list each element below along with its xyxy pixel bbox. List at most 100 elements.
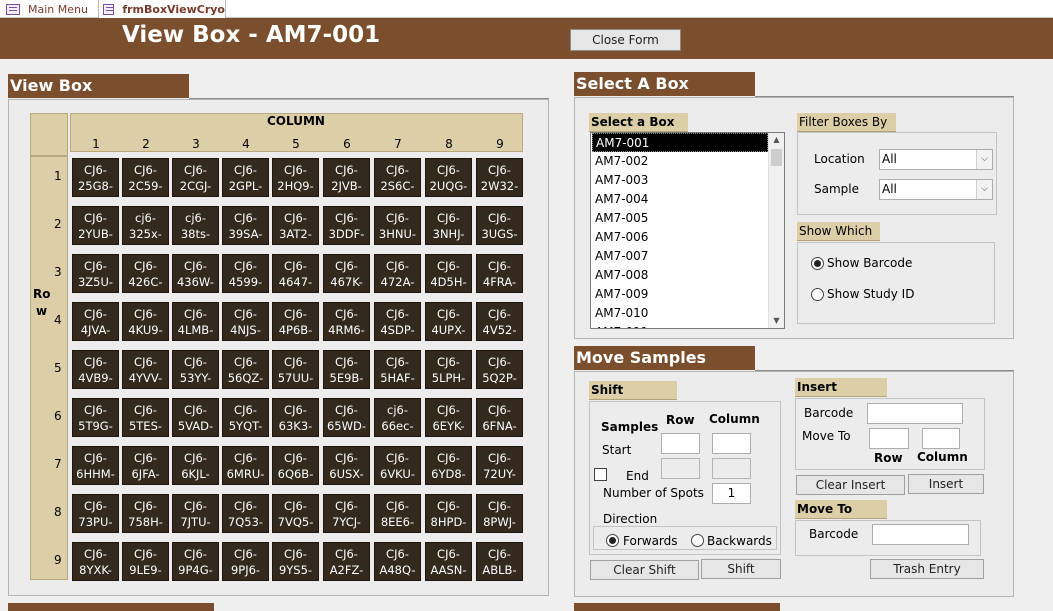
sample-cell[interactable]: CJ6- 4JVA- (72, 302, 119, 341)
sample-cell[interactable]: CJ6- 2HQ9- (272, 158, 319, 197)
sample-cell[interactable]: CJ6- 3AT2- (272, 206, 319, 245)
sample-cell[interactable]: CJ6- AASN- (425, 542, 472, 581)
sample-cell[interactable]: CJ6- 426C- (122, 254, 169, 293)
sample-cell[interactable]: CJ6- 63K3- (272, 398, 319, 437)
sample-cell[interactable]: CJ6- 25G8- (72, 158, 119, 197)
sample-cell[interactable]: CJ6- 3NHJ- (425, 206, 472, 245)
box-list-item[interactable]: AM7-002 (592, 152, 768, 171)
sample-cell[interactable]: CJ6- 3Z5U- (72, 254, 119, 293)
end-row-input[interactable] (661, 458, 700, 479)
forwards-radio[interactable] (606, 534, 619, 547)
chevron-down-icon[interactable]: ⌵ (976, 150, 992, 169)
sample-cell[interactable]: CJ6- 4599- (222, 254, 269, 293)
sample-cell[interactable]: CJ6- 5YQT- (222, 398, 269, 437)
sample-cell[interactable]: CJ6- 4RM6- (323, 302, 370, 341)
box-list-item[interactable]: AM7-008 (592, 266, 768, 285)
sample-cell[interactable]: CJ6- 6YD8- (425, 446, 472, 485)
chevron-down-icon[interactable]: ⌵ (976, 180, 992, 199)
sample-cell[interactable]: CJ6- 436W- (172, 254, 219, 293)
backwards-radio[interactable] (691, 534, 704, 547)
sample-cell[interactable]: CJ6- 472A- (374, 254, 421, 293)
sample-cell[interactable]: cj6- 66ec- (374, 398, 421, 437)
box-list-item[interactable]: AM7-003 (592, 171, 768, 190)
sample-cell[interactable]: CJ6- 7YCJ- (323, 494, 370, 533)
box-list-item[interactable]: AM7-010 (592, 304, 768, 323)
clear-shift-button[interactable]: Clear Shift (590, 560, 699, 580)
sample-cell[interactable]: CJ6- 2CGJ- (172, 158, 219, 197)
sample-cell[interactable]: CJ6- 73PU- (72, 494, 119, 533)
move-to-column-input[interactable] (922, 428, 960, 449)
close-form-button[interactable]: Close Form (570, 29, 681, 51)
scroll-thumb[interactable] (771, 149, 782, 166)
sample-cell[interactable]: CJ6- 4LMB- (172, 302, 219, 341)
sample-cell[interactable]: CJ6- 8HPD- (425, 494, 472, 533)
end-checkbox[interactable] (594, 468, 607, 481)
sample-cell[interactable]: CJ6- ABLB- (476, 542, 523, 581)
end-column-input[interactable] (712, 458, 751, 479)
box-listbox[interactable]: AM7-001 AM7-002 AM7-003 AM7-004 AM7-005 AM7-0… (590, 132, 785, 329)
sample-cell[interactable]: CJ6- 2W32- (476, 158, 523, 197)
box-list-item[interactable]: AM7-011 (592, 323, 768, 328)
sample-cell[interactable]: CJ6- 4647- (272, 254, 319, 293)
sample-cell[interactable]: CJ6- 5VAD- (172, 398, 219, 437)
sample-cell[interactable]: CJ6- 4SDP- (374, 302, 421, 341)
scroll-up-icon[interactable]: ▲ (769, 133, 784, 147)
sample-cell[interactable]: CJ6- A48Q- (374, 542, 421, 581)
sample-cell[interactable]: CJ6- 6USX- (323, 446, 370, 485)
show-study-id-radio[interactable] (811, 288, 824, 301)
sample-cell[interactable]: CJ6- 53YY- (172, 350, 219, 389)
sample-cell[interactable]: CJ6- 4D5H- (425, 254, 472, 293)
sample-cell[interactable]: cj6- 38ts- (172, 206, 219, 245)
sample-cell[interactable]: CJ6- 9LE9- (122, 542, 169, 581)
start-column-input[interactable] (712, 433, 751, 454)
scroll-down-icon[interactable]: ▼ (769, 314, 784, 328)
sample-cell[interactable]: CJ6- 3DDF- (323, 206, 370, 245)
start-row-input[interactable] (661, 433, 700, 454)
box-list-item[interactable]: AM7-007 (592, 247, 768, 266)
sample-cell[interactable]: CJ6- 5HAF- (374, 350, 421, 389)
sample-cell[interactable]: CJ6- 5E9B- (323, 350, 370, 389)
sample-cell[interactable]: CJ6- 6KJL- (172, 446, 219, 485)
sample-cell[interactable]: CJ6- 2UQG- (425, 158, 472, 197)
sample-cell[interactable]: CJ6- 65WD- (323, 398, 370, 437)
sample-cell[interactable]: CJ6- 6FNA- (476, 398, 523, 437)
sample-cell[interactable]: CJ6- 2C59- (122, 158, 169, 197)
box-list-item[interactable]: AM7-009 (592, 285, 768, 304)
insert-barcode-input[interactable] (867, 403, 963, 424)
sample-cell[interactable]: CJ6- 2GPL- (222, 158, 269, 197)
sample-cell[interactable]: CJ6- 4VB9- (72, 350, 119, 389)
sample-cell[interactable]: CJ6- 4V52- (476, 302, 523, 341)
sample-cell[interactable]: CJ6- 57UU- (272, 350, 319, 389)
sample-cell[interactable]: CJ6- 6VKU- (374, 446, 421, 485)
sample-cell[interactable]: CJ6- 56QZ- (222, 350, 269, 389)
sample-cell[interactable]: CJ6- 5T9G- (72, 398, 119, 437)
sample-cell[interactable]: CJ6- 8EE6- (374, 494, 421, 533)
sample-cell[interactable]: CJ6- 6EYK- (425, 398, 472, 437)
sample-cell[interactable]: CJ6- 5Q2P- (476, 350, 523, 389)
trash-barcode-input[interactable] (872, 524, 969, 545)
insert-button[interactable]: Insert (908, 474, 984, 494)
show-barcode-radio[interactable] (811, 257, 824, 270)
sample-cell[interactable]: CJ6- 3HNU- (374, 206, 421, 245)
sample-cell[interactable]: CJ6- 5TES- (122, 398, 169, 437)
sample-cell[interactable]: CJ6- 4P6B- (272, 302, 319, 341)
sample-cell[interactable]: CJ6- 6JFA- (122, 446, 169, 485)
sample-cell[interactable]: CJ6- 4UPX- (425, 302, 472, 341)
sample-cell[interactable]: CJ6- 9P4G- (172, 542, 219, 581)
sample-cell[interactable]: CJ6- 2YUB- (72, 206, 119, 245)
sample-cell[interactable]: CJ6- A2FZ- (323, 542, 370, 581)
box-list-item[interactable]: AM7-004 (592, 190, 768, 209)
sample-select[interactable]: All ⌵ (879, 179, 993, 200)
sample-cell[interactable]: CJ6- 9YS5- (272, 542, 319, 581)
move-to-row-input[interactable] (869, 428, 909, 449)
sample-cell[interactable]: CJ6- 5LPH- (425, 350, 472, 389)
tab-main-menu[interactable]: Main Menu (2, 0, 94, 18)
trash-entry-button[interactable]: Trash Entry (870, 559, 984, 579)
location-select[interactable]: All ⌵ (879, 149, 993, 170)
sample-cell[interactable]: CJ6- 7VQ5- (272, 494, 319, 533)
sample-cell[interactable]: CJ6- 72UY- (476, 446, 523, 485)
box-list-item[interactable]: AM7-005 (592, 209, 768, 228)
sample-cell[interactable]: CJ6- 6MRU- (222, 446, 269, 485)
sample-cell[interactable]: CJ6- 8YXK- (72, 542, 119, 581)
sample-cell[interactable]: CJ6- 6HHM- (72, 446, 119, 485)
